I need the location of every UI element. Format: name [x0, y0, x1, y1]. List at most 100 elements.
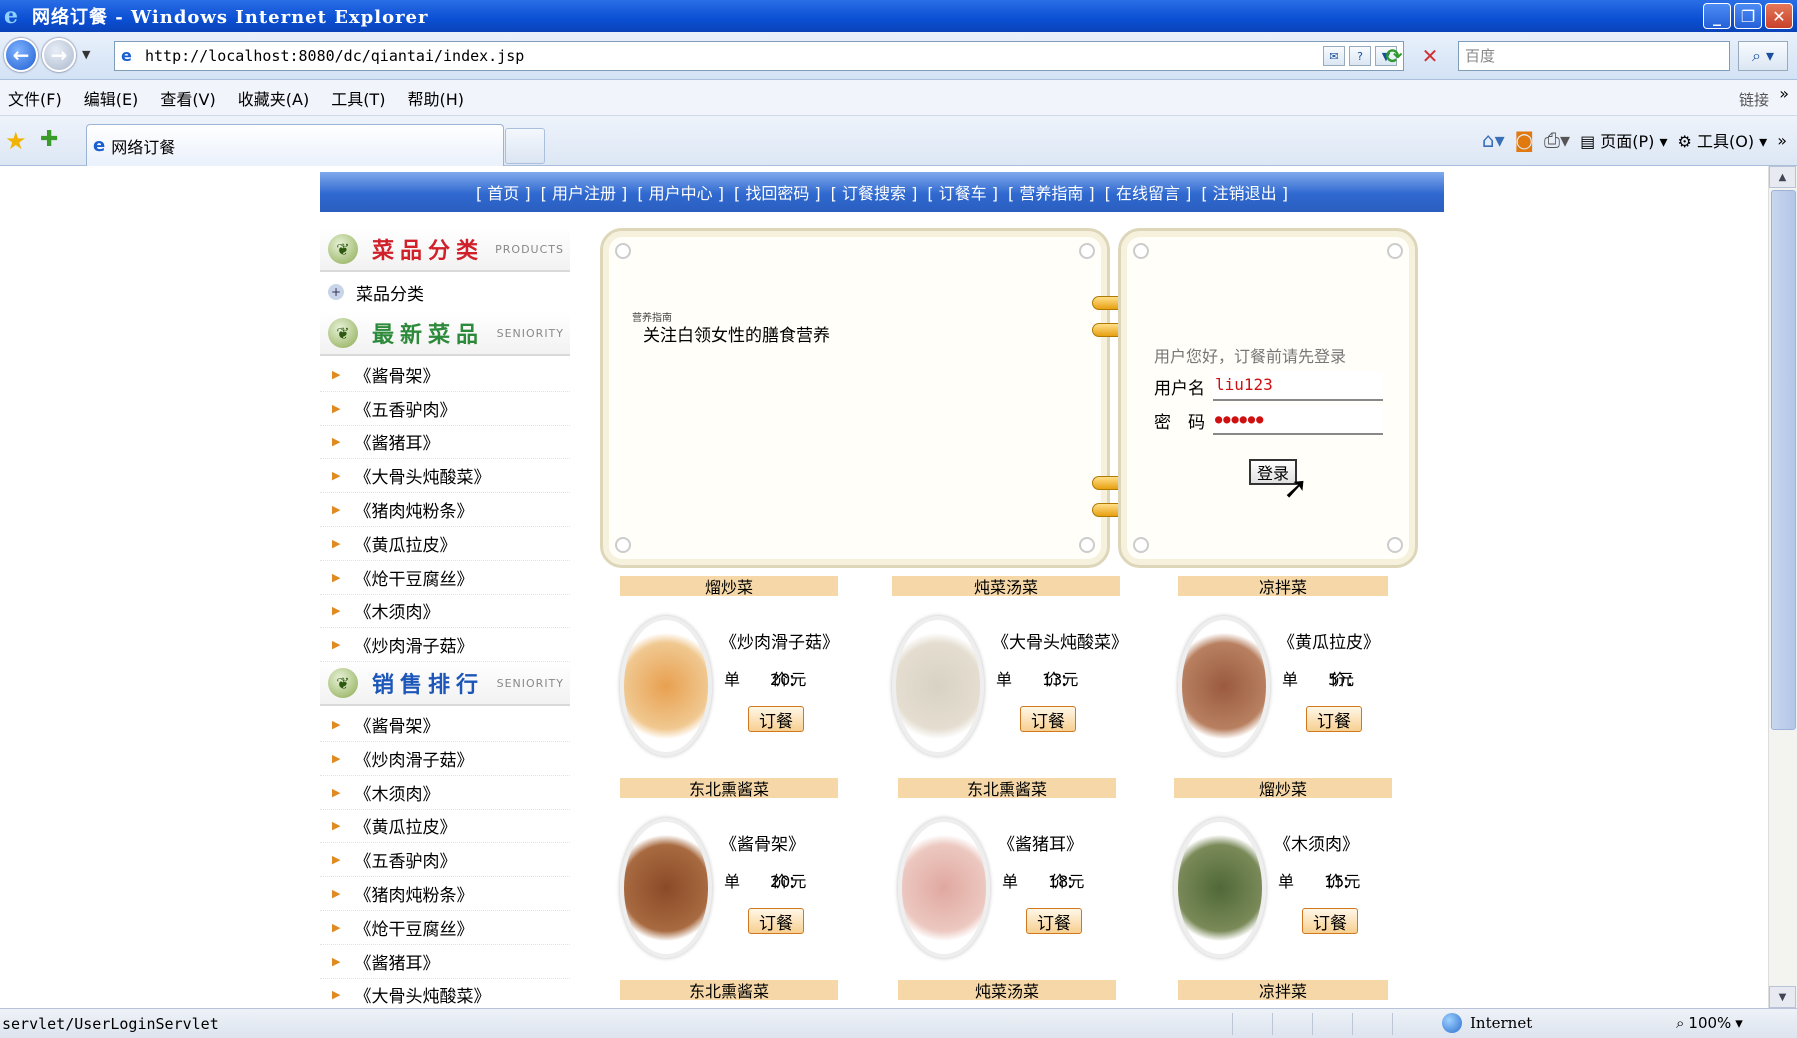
category-tab[interactable]: 炖菜汤菜: [892, 576, 1120, 597]
nav-order-search[interactable]: [ 订餐搜索 ]: [831, 180, 918, 204]
vertical-scrollbar[interactable]: ▲ ▼: [1768, 166, 1797, 1008]
list-item[interactable]: ▶ 《猪肉炖粉条》: [320, 493, 570, 527]
list-item[interactable]: ▶ 《炒肉滑子菇》: [320, 628, 570, 663]
food-name[interactable]: 《酱猪耳》: [998, 830, 1083, 855]
list-item[interactable]: ▶ 《炝干豆腐丝》: [320, 911, 570, 945]
search-input[interactable]: 百度: [1458, 41, 1730, 71]
menu-help[interactable]: 帮助(H): [407, 86, 464, 110]
food-image[interactable]: [620, 616, 712, 756]
password-field[interactable]: ●●●●●●: [1213, 405, 1383, 435]
chevron-right-icon[interactable]: »: [1779, 84, 1789, 103]
menu-edit[interactable]: 编辑(E): [84, 86, 139, 110]
order-button[interactable]: 订餐: [1026, 908, 1082, 934]
feeds-icon[interactable]: ◙: [1515, 128, 1534, 152]
category-tab[interactable]: 东北熏酱菜: [898, 778, 1116, 799]
security-zone[interactable]: Internet: [1442, 1013, 1532, 1033]
category-tab[interactable]: 凉拌菜: [1178, 576, 1388, 597]
nav-cart[interactable]: [ 订餐车 ]: [927, 180, 998, 204]
category-link[interactable]: + 菜品分类: [320, 272, 570, 312]
order-button[interactable]: 订餐: [748, 908, 804, 934]
food-image[interactable]: [620, 818, 712, 958]
refresh-icon[interactable]: ⟳: [1380, 43, 1408, 69]
order-button[interactable]: 订餐: [748, 706, 804, 732]
zoom-control[interactable]: ⌕ 100% ▾: [1676, 1014, 1743, 1032]
tab-current[interactable]: e 网络订餐: [86, 124, 504, 166]
nav-recover-password[interactable]: [ 找回密码 ]: [734, 180, 821, 204]
menu-view[interactable]: 查看(V): [160, 86, 215, 110]
nav-guestbook[interactable]: [ 在线留言 ]: [1105, 180, 1192, 204]
screw-decoration: [1133, 537, 1149, 553]
tools-menu[interactable]: ⚙ 工具(O) ▾: [1678, 128, 1768, 152]
home-icon[interactable]: ⌂▾: [1482, 128, 1505, 152]
new-tab-button[interactable]: [505, 128, 545, 164]
list-item[interactable]: ▶ 《炝干豆腐丝》: [320, 561, 570, 595]
list-item[interactable]: ▶ 《黄瓜拉皮》: [320, 810, 570, 844]
scroll-up-icon[interactable]: ▲: [1769, 166, 1796, 188]
username-field[interactable]: liu123: [1213, 371, 1383, 401]
list-item[interactable]: ▶ 《猪肉炖粉条》: [320, 877, 570, 911]
category-tab[interactable]: 熘炒菜: [1174, 778, 1392, 799]
list-item[interactable]: ▶ 《大骨头炖酸菜》: [320, 459, 570, 494]
list-item[interactable]: ▶ 《黄瓜拉皮》: [320, 527, 570, 561]
list-item[interactable]: ▶ 《大骨头炖酸菜》: [320, 979, 570, 1008]
compat-view-icon[interactable]: ✉: [1323, 46, 1345, 66]
scroll-thumb[interactable]: [1771, 190, 1796, 730]
history-dropdown-icon[interactable]: ▼: [82, 48, 90, 61]
nav-home[interactable]: [ 首页 ]: [476, 180, 531, 204]
food-name[interactable]: 《大骨头炖酸菜》: [992, 628, 1128, 653]
order-button[interactable]: 订餐: [1306, 706, 1362, 732]
stop-icon[interactable]: ✕: [1416, 43, 1444, 69]
menu-favorites[interactable]: 收藏夹(A): [238, 86, 309, 110]
food-name[interactable]: 《酱骨架》: [720, 830, 805, 855]
security-icon[interactable]: ?: [1349, 46, 1371, 66]
list-item[interactable]: ▶ 《酱猪耳》: [320, 426, 570, 460]
food-name[interactable]: 《木须肉》: [1274, 830, 1359, 855]
menu-tools[interactable]: 工具(T): [331, 86, 385, 110]
order-button[interactable]: 订餐: [1302, 908, 1358, 934]
nav-logout[interactable]: [ 注销退出 ]: [1201, 180, 1288, 204]
page-menu[interactable]: ▤ 页面(P) ▾: [1580, 128, 1667, 152]
nav-register[interactable]: [ 用户注册 ]: [541, 180, 628, 204]
url-text[interactable]: http://localhost:8080/dc/qiantai/index.j…: [145, 47, 524, 65]
list-item[interactable]: ▶ 《炒肉滑子菇》: [320, 742, 570, 776]
ranking-subtitle: SENIORITY: [496, 676, 564, 690]
food-name[interactable]: 《黄瓜拉皮》: [1278, 628, 1380, 653]
list-item[interactable]: ▶ 《木须肉》: [320, 595, 570, 629]
order-button[interactable]: 订餐: [1020, 706, 1076, 732]
forward-button[interactable]: →: [42, 38, 76, 72]
food-image[interactable]: [898, 818, 990, 958]
close-button[interactable]: ✕: [1765, 3, 1793, 29]
food-price: 20元: [770, 670, 807, 689]
list-item[interactable]: ▶ 《五香驴肉》: [320, 843, 570, 878]
food-image[interactable]: [1174, 818, 1266, 958]
category-tab[interactable]: 熘炒菜: [620, 576, 838, 597]
category-tab[interactable]: 东北熏酱菜: [620, 778, 838, 799]
list-item[interactable]: ▶ 《五香驴肉》: [320, 392, 570, 426]
chevron-right-icon[interactable]: »: [1777, 131, 1787, 150]
back-button[interactable]: ←: [4, 38, 38, 72]
links-label[interactable]: 链接: [1739, 89, 1769, 110]
list-item[interactable]: ▶ 《酱骨架》: [320, 708, 570, 742]
menu-file[interactable]: 文件(F): [8, 86, 62, 110]
food-image[interactable]: [892, 616, 984, 756]
favorites-star-icon[interactable]: ★: [5, 127, 27, 155]
list-item[interactable]: ▶ 《酱骨架》: [320, 358, 570, 392]
print-icon[interactable]: ⎙▾: [1544, 128, 1570, 152]
minimize-button[interactable]: _: [1703, 3, 1731, 29]
nav-user-center[interactable]: [ 用户中心 ]: [637, 180, 724, 204]
notice-link[interactable]: 关注白领女性的膳食营养: [643, 321, 830, 346]
scroll-down-icon[interactable]: ▼: [1769, 986, 1796, 1008]
food-image[interactable]: [1178, 616, 1270, 756]
category-tab[interactable]: 炖菜汤菜: [898, 980, 1116, 1001]
maximize-button[interactable]: ❐: [1734, 3, 1762, 29]
search-icon[interactable]: ⌕ ▾: [1738, 41, 1788, 71]
url-field[interactable]: e http://localhost:8080/dc/qiantai/index…: [114, 41, 1404, 71]
category-tab[interactable]: 凉拌菜: [1178, 980, 1388, 1001]
add-favorite-icon[interactable]: ✚: [40, 127, 58, 152]
food-name[interactable]: 《炒肉滑子菇》: [720, 628, 839, 653]
nav-nutrition-guide[interactable]: [ 营养指南 ]: [1008, 180, 1095, 204]
list-item[interactable]: ▶ 《木须肉》: [320, 776, 570, 810]
list-item[interactable]: ▶ 《酱猪耳》: [320, 945, 570, 979]
category-tab[interactable]: 东北熏酱菜: [620, 980, 838, 1001]
notice-panel: 营养指南 关注白领女性的膳食营养: [600, 228, 1110, 568]
